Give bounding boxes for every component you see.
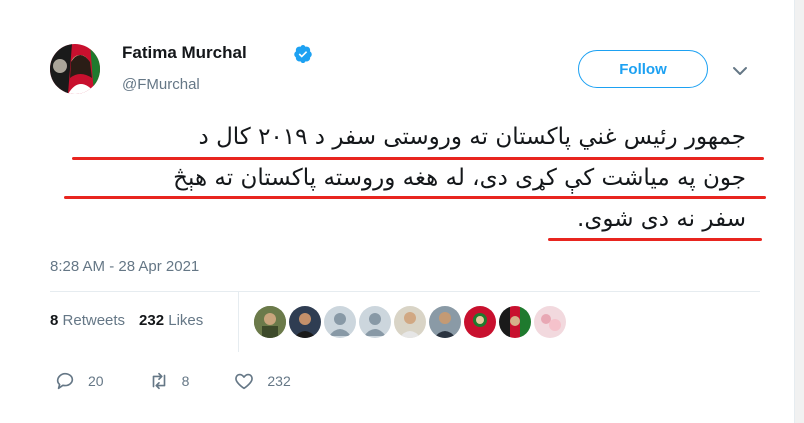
liker-avatars (254, 306, 569, 338)
tweet-actions: 20 8 232 (54, 370, 335, 392)
tweet-text-line: سفر نه دی شوی. (577, 206, 746, 232)
liker-avatar[interactable] (289, 306, 321, 338)
likes-label: Likes (168, 312, 204, 329)
tweet-text: جمهور رئیس غني پاکستان ته وروستی سفر د ۲… (46, 117, 746, 240)
heart-icon (235, 373, 254, 390)
verified-badge-icon (294, 45, 312, 64)
reply-button[interactable]: 20 (54, 370, 104, 392)
retweets-label: Retweets (62, 312, 126, 329)
follow-button[interactable]: Follow (578, 50, 708, 88)
tweet-text-line: جون په میاشت کې کړی دی، له هغه وروسته پا… (173, 165, 746, 191)
retweets-stat[interactable]: 8 Retweets (50, 312, 125, 329)
liker-avatar[interactable] (359, 306, 391, 338)
like-button[interactable]: 232 (233, 370, 291, 392)
retweets-count: 8 (50, 312, 59, 329)
author-avatar[interactable] (50, 44, 100, 94)
scrollbar[interactable] (795, 0, 804, 423)
liker-avatar[interactable] (499, 306, 531, 338)
liker-avatar[interactable] (394, 306, 426, 338)
liker-avatar[interactable] (429, 306, 461, 338)
highlight-underline (548, 238, 762, 241)
author-handle[interactable]: @FMurchal (122, 76, 200, 93)
retweet-count: 8 (181, 373, 190, 389)
liker-avatar[interactable] (464, 306, 496, 338)
retweet-button[interactable]: 8 (148, 370, 190, 392)
engagement-stats: 8 Retweets 232 Likes (50, 312, 203, 329)
divider (50, 291, 760, 292)
highlight-underline (64, 196, 766, 199)
reply-count: 20 (88, 373, 104, 389)
liker-avatar[interactable] (254, 306, 286, 338)
highlight-underline (72, 157, 764, 160)
chevron-down-icon[interactable] (730, 64, 750, 78)
stats-separator (238, 292, 239, 352)
liker-avatar[interactable] (324, 306, 356, 338)
like-count: 232 (267, 373, 291, 389)
retweet-icon (152, 372, 165, 390)
reply-icon (56, 372, 74, 390)
likes-count: 232 (139, 312, 165, 329)
author-name[interactable]: Fatima Murchal (122, 43, 247, 63)
likes-stat[interactable]: 232 Likes (139, 312, 203, 329)
tweet-text-line: جمهور رئیس غني پاکستان ته وروستی سفر د ۲… (198, 124, 746, 150)
tweet-card: Fatima Murchal @FMurchal Follow جمهور رئ… (0, 0, 795, 423)
liker-avatar[interactable] (534, 306, 566, 338)
tweet-timestamp[interactable]: 8:28 AM - 28 Apr 2021 (50, 258, 199, 275)
